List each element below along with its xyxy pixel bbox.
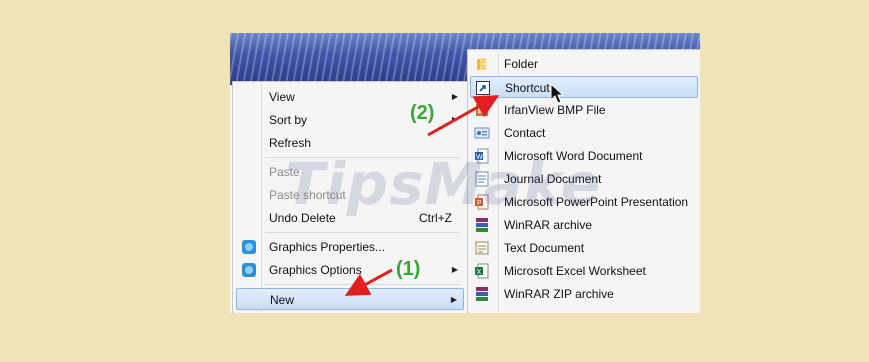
menu-item-graphics-properties[interactable]: Graphics Properties... — [236, 236, 464, 258]
submenu-item-text-document[interactable]: Text Document — [470, 237, 698, 259]
winrar-icon — [476, 218, 488, 232]
bmp-file-icon — [476, 104, 488, 116]
menu-item-label: View — [269, 90, 295, 104]
submenu-item-irfanview-bmp[interactable]: IrfanView BMP File — [470, 99, 698, 121]
svg-text:X: X — [477, 269, 482, 276]
menu-item-graphics-options[interactable]: Graphics Options ▶ — [236, 259, 464, 281]
submenu-item-shortcut[interactable]: Shortcut — [470, 76, 698, 98]
text-document-icon — [475, 241, 489, 255]
submenu-item-label: Microsoft Excel Worksheet — [504, 264, 646, 278]
submenu-item-winrar-zip[interactable]: WinRAR ZIP archive — [470, 283, 698, 305]
submenu-arrow-icon: ▶ — [450, 295, 457, 304]
folder-icon — [477, 58, 486, 70]
contact-icon — [474, 127, 490, 139]
graphics-icon — [242, 263, 256, 277]
step-2-label: (2) — [410, 102, 435, 124]
menu-separator — [265, 232, 460, 233]
menu-item-label: New — [270, 293, 295, 307]
submenu-arrow-icon: ▶ — [451, 115, 458, 124]
menu-item-label: Graphics Options — [269, 263, 362, 277]
menu-separator — [265, 284, 460, 285]
submenu-item-contact[interactable]: Contact — [470, 122, 698, 144]
menu-item-label: Sort by — [269, 113, 308, 127]
excel-icon: X — [475, 263, 489, 279]
menu-item-label: Graphics Properties... — [269, 240, 386, 254]
graphics-icon — [242, 240, 256, 254]
submenu-item-label: Text Document — [504, 241, 585, 255]
step-1-label: (1) — [396, 258, 421, 280]
watermark: TipsMake — [285, 150, 602, 218]
menu-item-new[interactable]: New ▶ — [236, 288, 464, 310]
submenu-item-label: IrfanView BMP File — [504, 103, 606, 117]
submenu-arrow-icon: ▶ — [451, 92, 458, 101]
submenu-item-label: Contact — [504, 126, 546, 140]
submenu-arrow-icon: ▶ — [451, 265, 458, 274]
submenu-item-label: Folder — [504, 57, 539, 71]
submenu-item-label: Shortcut — [505, 81, 550, 95]
submenu-item-excel-worksheet[interactable]: X Microsoft Excel Worksheet — [470, 260, 698, 282]
submenu-item-folder[interactable]: Folder — [470, 53, 698, 75]
shortcut-icon — [476, 81, 490, 95]
submenu-item-label: WinRAR ZIP archive — [504, 287, 614, 301]
winrar-zip-icon — [476, 287, 488, 301]
